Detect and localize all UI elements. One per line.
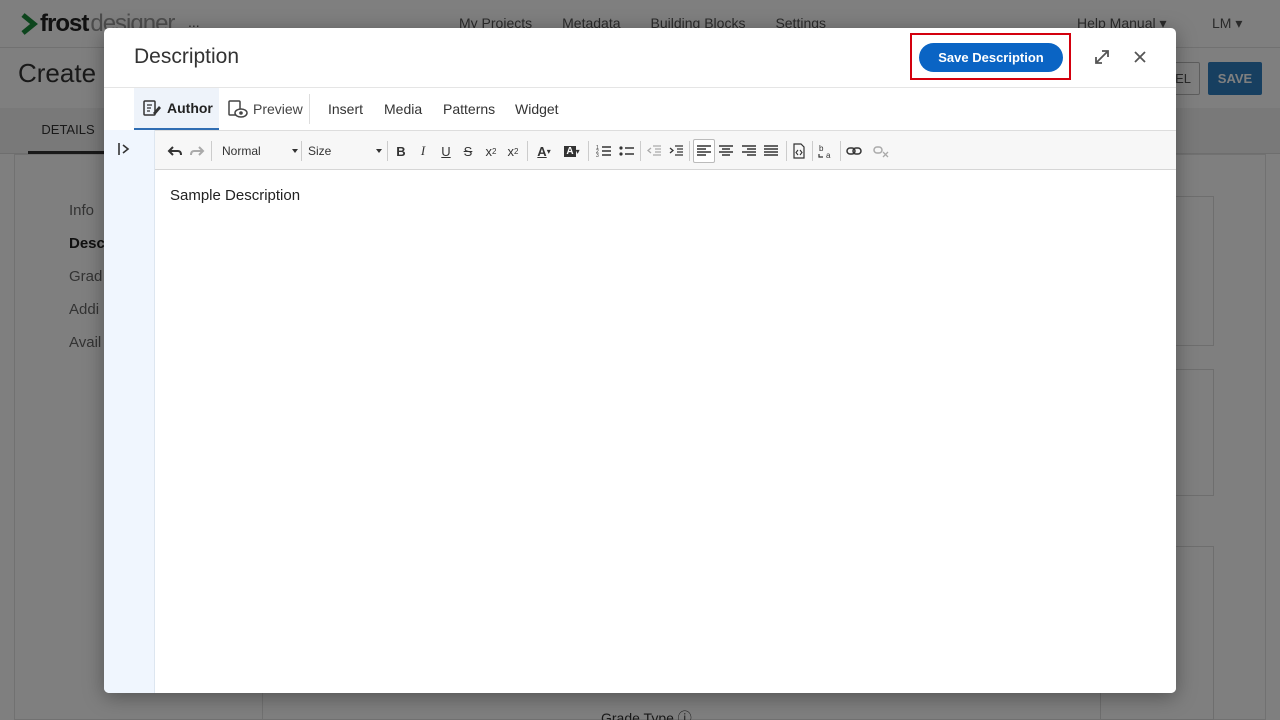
toolbar-separator (840, 141, 841, 161)
modal-header: Description Save Description (104, 28, 1176, 88)
expand-icon[interactable] (1092, 47, 1112, 67)
modal-title: Description (134, 45, 240, 68)
toolbar-separator (387, 141, 388, 161)
preview-eye-icon (228, 100, 248, 118)
tab-insert[interactable]: Insert (328, 88, 363, 130)
find-replace-icon[interactable]: ba (816, 141, 836, 161)
bold-icon[interactable]: B (391, 141, 411, 161)
tab-widget[interactable]: Widget (515, 88, 559, 130)
tab-patterns[interactable]: Patterns (443, 88, 495, 130)
redo-icon[interactable] (187, 141, 207, 161)
bullet-list-icon[interactable] (617, 141, 637, 161)
tab-divider (309, 94, 310, 124)
svg-text:b: b (819, 144, 824, 153)
size-select-value: Size (308, 144, 332, 158)
tab-media[interactable]: Media (384, 88, 422, 130)
toolbar-separator (689, 141, 690, 161)
underline-icon[interactable]: U (436, 141, 456, 161)
close-icon[interactable] (1130, 47, 1150, 67)
tab-preview-label: Preview (253, 101, 303, 117)
indent-icon[interactable] (666, 141, 686, 161)
text-color-icon[interactable]: A ▾ (532, 141, 556, 161)
toolbar-separator (640, 141, 641, 161)
strikethrough-icon[interactable]: S (458, 141, 478, 161)
editor-tabs: Author Preview Insert Media Patterns Wid… (104, 88, 1176, 130)
chevron-down-icon (292, 149, 298, 153)
superscript-icon[interactable]: x2 (503, 141, 523, 161)
align-right-icon[interactable] (739, 141, 759, 161)
toolbar-separator (527, 141, 528, 161)
undo-icon[interactable] (165, 141, 185, 161)
toolbar-separator (588, 141, 589, 161)
expand-panel-icon[interactable] (116, 141, 132, 157)
tab-author[interactable]: Author (134, 88, 219, 130)
unlink-icon[interactable] (871, 141, 891, 161)
source-code-icon[interactable] (789, 141, 809, 161)
highlight-frame: Save Description (910, 33, 1071, 80)
description-modal: Description Save Description Author Prev… (104, 28, 1176, 693)
edit-document-icon (143, 100, 161, 116)
toolbar-separator (301, 141, 302, 161)
tab-author-label: Author (167, 100, 213, 116)
save-description-button[interactable]: Save Description (919, 43, 1063, 72)
align-justify-icon[interactable] (761, 141, 781, 161)
editor-toolbar: Normal Size B I U S x2 x2 A ▾ A ▾ 123 ba (155, 130, 1176, 170)
numbered-list-icon[interactable]: 123 (594, 141, 614, 161)
rich-text-editor[interactable]: Sample Description (155, 170, 1176, 693)
outdent-icon[interactable] (644, 141, 664, 161)
svg-text:3: 3 (596, 153, 599, 159)
svg-text:a: a (826, 151, 831, 159)
subscript-icon[interactable]: x2 (481, 141, 501, 161)
toolbar-separator (786, 141, 787, 161)
background-color-icon[interactable]: A ▾ (560, 141, 584, 161)
italic-icon[interactable]: I (413, 141, 433, 161)
toolbar-separator (812, 141, 813, 161)
side-panel-strip (104, 130, 155, 693)
format-select-value: Normal (222, 144, 261, 158)
size-select[interactable]: Size (308, 140, 382, 162)
align-center-icon[interactable] (716, 141, 736, 161)
toolbar-separator (211, 141, 212, 161)
editor-content[interactable]: Sample Description (170, 187, 300, 204)
chevron-down-icon (376, 149, 382, 153)
format-select[interactable]: Normal (222, 140, 298, 162)
tab-preview[interactable]: Preview (227, 88, 309, 130)
link-icon[interactable] (844, 141, 864, 161)
align-left-icon[interactable] (693, 139, 715, 163)
